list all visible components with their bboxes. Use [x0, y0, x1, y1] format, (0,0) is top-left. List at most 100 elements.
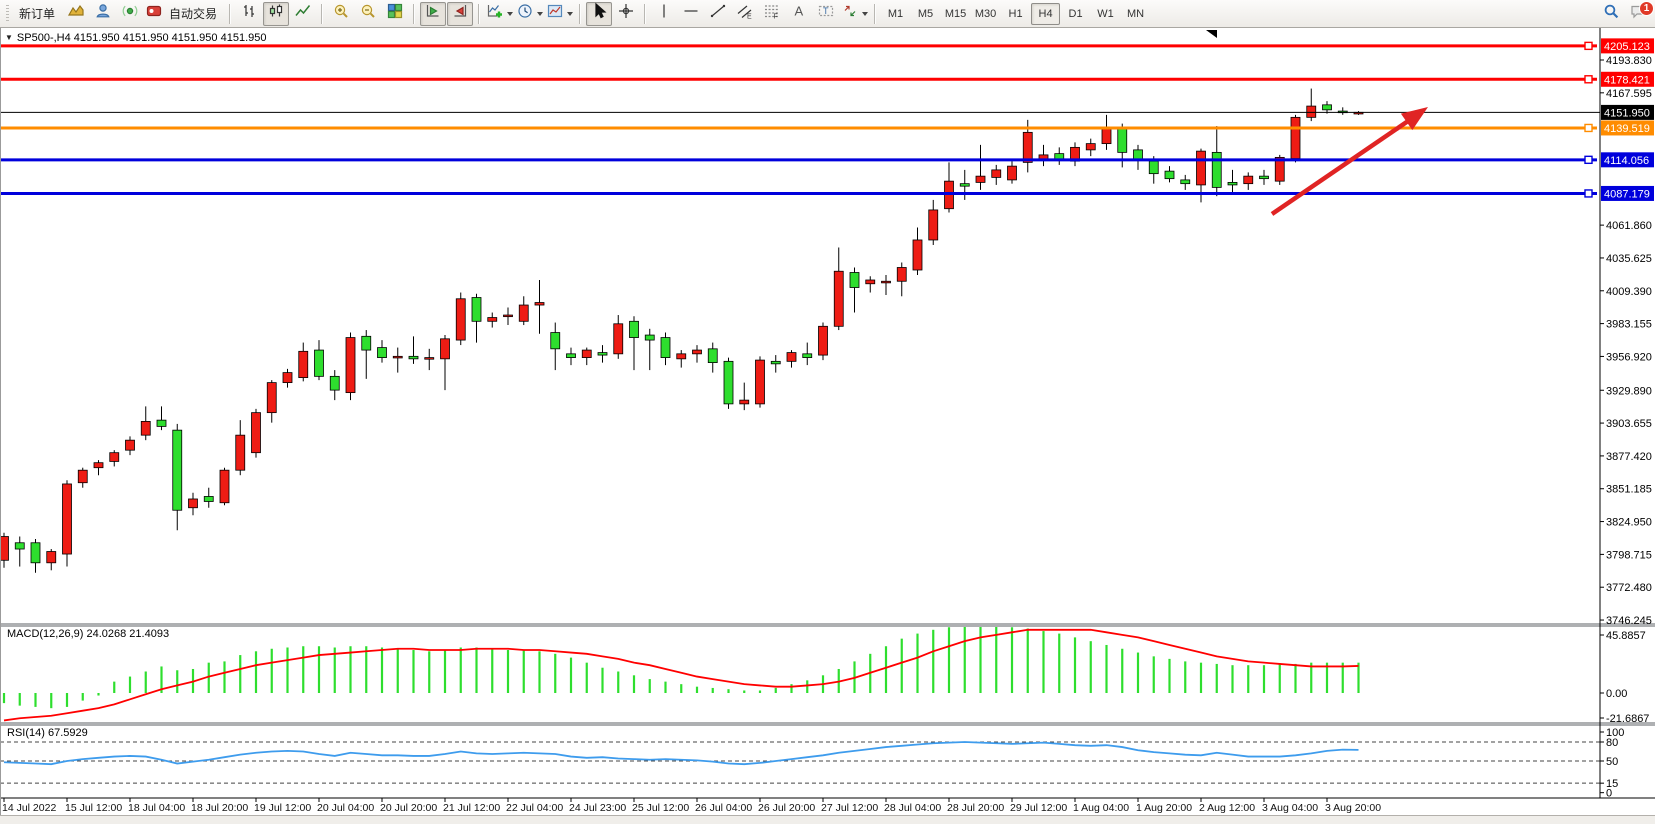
- candle: [787, 353, 796, 362]
- hline-handle[interactable]: [1585, 76, 1592, 83]
- timeframe-button-h1[interactable]: H1: [1001, 3, 1030, 25]
- main-toolbar: 新订单 自动交易 EFAT M1M5M15M30H1H4D1W1MN 1: [0, 0, 1655, 28]
- vertical-line-icon[interactable]: [651, 2, 677, 26]
- search-icon: [1602, 2, 1620, 25]
- candle: [1244, 176, 1253, 184]
- time-axis-label: 3 Aug 04:00: [1262, 802, 1318, 814]
- price-badge-label: 4114.056: [1604, 155, 1649, 167]
- candle: [1086, 144, 1095, 150]
- trendline-icon[interactable]: [705, 2, 731, 26]
- channel-icon: E: [736, 2, 754, 25]
- chart-shift-icon: [451, 2, 469, 25]
- time-axis-label: 1 Aug 04:00: [1073, 802, 1129, 814]
- chevron-down-icon[interactable]: [567, 12, 573, 16]
- time-axis-label: 28 Jul 04:00: [884, 802, 941, 814]
- hline-handle[interactable]: [1585, 124, 1592, 131]
- signals-icon[interactable]: [117, 2, 143, 26]
- timeframe-button-w1[interactable]: W1: [1091, 3, 1120, 25]
- timeframe-button-m30[interactable]: M30: [971, 3, 1000, 25]
- candle: [535, 303, 544, 306]
- timeframe-button-m1[interactable]: M1: [881, 3, 910, 25]
- candle: [393, 356, 402, 358]
- auto-trading-button-label: 自动交易: [163, 5, 223, 22]
- crosshair-icon: [617, 2, 635, 25]
- price-tick-label: 3798.715: [1606, 549, 1652, 561]
- zoom-out-icon: [359, 2, 377, 25]
- chevron-down-icon[interactable]: [537, 12, 543, 16]
- timeframe-button-h4[interactable]: H4: [1031, 3, 1060, 25]
- price-badge-label: 4151.950: [1604, 107, 1650, 119]
- candle: [141, 421, 150, 435]
- timeframe-button-mn[interactable]: MN: [1121, 3, 1150, 25]
- auto-scroll-icon[interactable]: [420, 2, 446, 26]
- quotes-icon: [67, 2, 85, 25]
- text-label-icon[interactable]: T: [813, 2, 839, 26]
- candle: [0, 537, 9, 561]
- chevron-down-icon[interactable]: [507, 12, 513, 16]
- fibonacci-icon[interactable]: F: [759, 2, 785, 26]
- hline-handle[interactable]: [1585, 156, 1592, 163]
- price-badge-label: 4205.123: [1604, 41, 1650, 53]
- time-axis-label: 24 Jul 23:00: [569, 802, 626, 814]
- text-icon[interactable]: A: [786, 2, 812, 26]
- candle: [976, 176, 985, 182]
- candle: [472, 298, 481, 322]
- candle: [850, 272, 859, 287]
- arrows-icon[interactable]: [840, 2, 869, 26]
- hline-handle[interactable]: [1585, 42, 1592, 49]
- candle: [1102, 129, 1111, 144]
- price-tick-label: 4009.390: [1606, 286, 1652, 298]
- candle: [362, 336, 371, 350]
- zoom-out-icon[interactable]: [355, 2, 381, 26]
- candlestick-chart-icon[interactable]: [263, 2, 289, 26]
- candle: [1008, 166, 1017, 180]
- timeframe-button-m5[interactable]: M5: [911, 3, 940, 25]
- candle: [1197, 151, 1206, 185]
- toolbar-drag-handle[interactable]: [6, 5, 9, 23]
- candle: [1181, 180, 1190, 184]
- price-tick-label: 3929.890: [1606, 385, 1652, 397]
- time-axis-label: 20 Jul 04:00: [317, 802, 374, 814]
- price-badge-label: 4178.421: [1604, 74, 1650, 86]
- rsi-value: 67.5929: [48, 727, 88, 739]
- horizontal-line-icon: [682, 2, 700, 25]
- price-tick-label: 4167.595: [1606, 88, 1652, 100]
- candle: [346, 338, 355, 393]
- templates-icon[interactable]: [545, 2, 574, 26]
- hline-handle[interactable]: [1585, 190, 1592, 197]
- candle: [504, 315, 513, 317]
- time-axis-label: 21 Jul 12:00: [443, 802, 500, 814]
- candle: [834, 271, 843, 326]
- rsi-name: RSI(14): [7, 727, 45, 739]
- new-order-button[interactable]: 新订单: [12, 2, 62, 26]
- chart-collapse-icon[interactable]: ▼: [5, 33, 13, 42]
- profile-icon[interactable]: [90, 2, 116, 26]
- indicators-icon[interactable]: [485, 2, 514, 26]
- tile-windows-icon[interactable]: [382, 2, 408, 26]
- bar-chart-icon[interactable]: [236, 2, 262, 26]
- toolbar-separator: [478, 4, 480, 24]
- channel-icon[interactable]: E: [732, 2, 758, 26]
- timeframe-button-d1[interactable]: D1: [1061, 3, 1090, 25]
- cursor-icon[interactable]: [586, 2, 612, 26]
- chart-canvas[interactable]: 4193.8304167.5954061.8604035.6254009.390…: [0, 0, 1655, 824]
- crosshair-icon[interactable]: [613, 2, 639, 26]
- auto-trading-button[interactable]: 自动交易: [144, 2, 224, 26]
- timeframe-button-m15[interactable]: M15: [941, 3, 970, 25]
- price-tick-label: 4035.625: [1606, 253, 1652, 265]
- profile-icon: [94, 2, 112, 25]
- quotes-icon[interactable]: [63, 2, 89, 26]
- periods-icon[interactable]: [515, 2, 544, 26]
- chat-icon[interactable]: 1: [1625, 2, 1651, 26]
- line-chart-icon[interactable]: [290, 2, 316, 26]
- price-tick-label: 4193.830: [1606, 55, 1652, 67]
- horizontal-line-icon[interactable]: [678, 2, 704, 26]
- candle: [252, 413, 261, 453]
- zoom-in-icon[interactable]: [328, 2, 354, 26]
- candle: [1212, 152, 1221, 187]
- search-icon[interactable]: [1598, 2, 1624, 26]
- chart-shift-icon[interactable]: [447, 2, 473, 26]
- price-tick-label: 3746.245: [1606, 615, 1652, 627]
- time-axis-label: 3 Aug 20:00: [1325, 802, 1381, 814]
- chevron-down-icon[interactable]: [862, 12, 868, 16]
